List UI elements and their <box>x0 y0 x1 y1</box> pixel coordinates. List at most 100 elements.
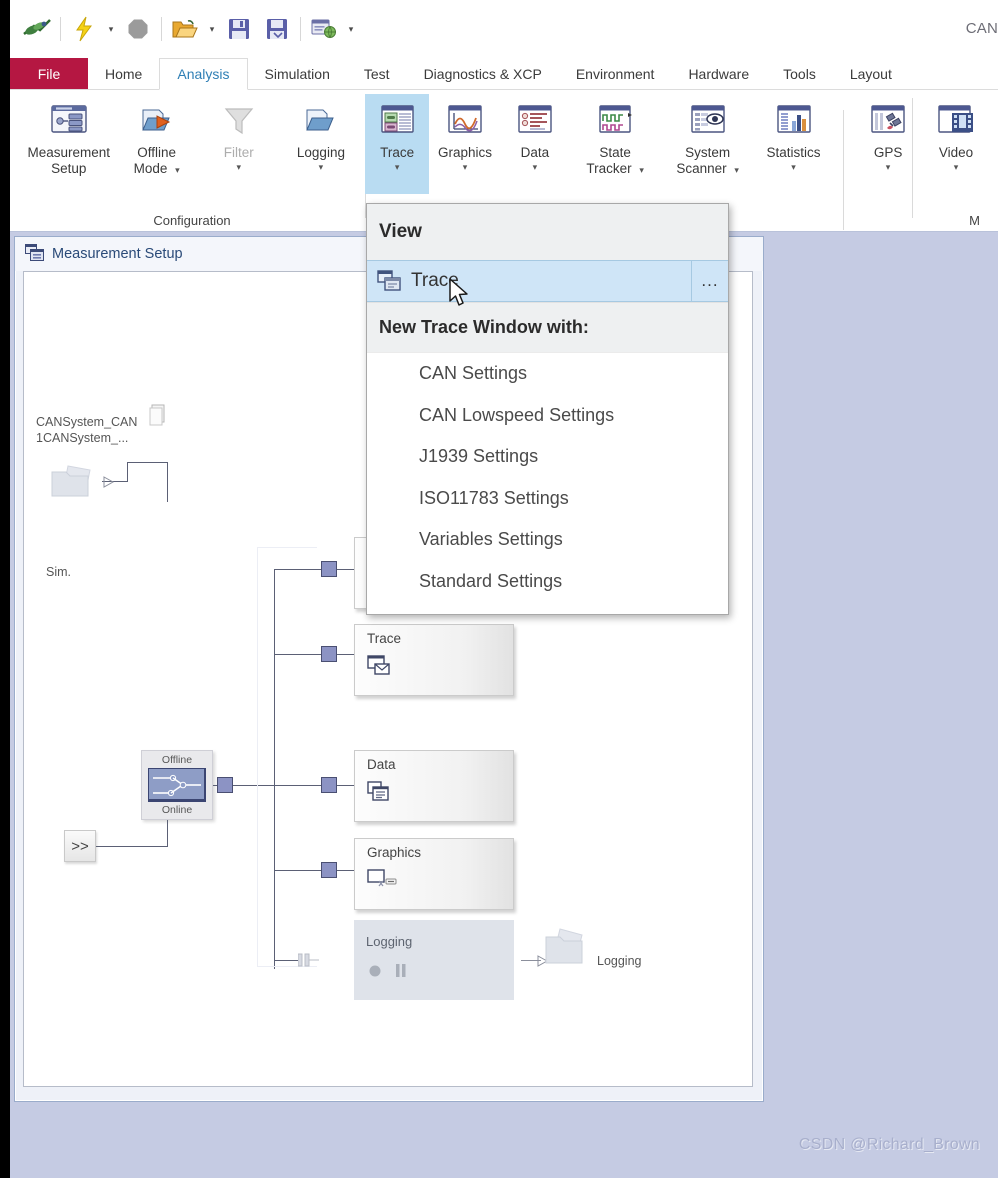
trace-dropdown-menu: View Trace ... New Trace Window with: CA… <box>366 203 729 615</box>
diagram-node-trace[interactable] <box>321 646 337 662</box>
qat-overflow-caret[interactable]: ▾ <box>343 9 359 49</box>
ribbon-button-label: Video <box>938 145 974 160</box>
ribbon-button-label: Graphics <box>438 145 493 160</box>
ribbon-button-offline-mode[interactable]: Offline Mode ▾ <box>116 94 198 194</box>
chevron-down-icon[interactable]: ▾ <box>734 165 739 175</box>
diagram-node-data[interactable] <box>321 777 337 793</box>
measurement-setup-title: Measurement Setup <box>52 246 183 262</box>
ribbon-button-graphics[interactable]: Graphics ▾ <box>429 94 501 194</box>
open-dropdown-caret[interactable]: ▾ <box>204 9 220 49</box>
menu-item-can-lowspeed-settings[interactable]: CAN Lowspeed Settings <box>367 395 728 437</box>
menu-item-standard-settings[interactable]: Standard Settings <box>367 561 728 603</box>
diagram-block-trace[interactable]: Trace <box>354 624 514 696</box>
save-as-icon[interactable] <box>258 9 296 49</box>
ribbon-button-label: Measurement Setup <box>27 145 111 176</box>
diagram-block-data[interactable]: Data <box>354 750 514 822</box>
measurement-setup-icon-small <box>25 243 44 265</box>
record-stop-icon[interactable] <box>119 9 157 49</box>
menu-settings-list: CAN Settings CAN Lowspeed Settings J1939… <box>367 352 728 602</box>
quick-access-toolbar: ▾ ▾ ▾ CAN <box>10 0 998 58</box>
tab-home[interactable]: Home <box>88 58 159 89</box>
ribbon-button-label: State Tracker ▾ <box>586 145 644 176</box>
chevron-down-icon[interactable]: ▾ <box>463 162 468 172</box>
ribbon-button-label: Statistics <box>766 145 821 160</box>
lightning-icon[interactable] <box>65 9 103 49</box>
tab-test[interactable]: Test <box>347 58 407 89</box>
source-database-label: CANSystem_CAN 1CANSystem_... <box>36 415 138 445</box>
block-label: Data <box>367 757 396 772</box>
chevron-down-icon[interactable]: ▾ <box>319 162 324 172</box>
logging-file-icon <box>544 927 596 974</box>
ribbon-button-video[interactable]: Video ▾ <box>922 94 990 194</box>
qat-separator <box>60 17 61 41</box>
menu-item-iso11783-settings[interactable]: ISO11783 Settings <box>367 478 728 520</box>
sim-expand-button[interactable]: >> <box>64 830 96 862</box>
data-block-icon <box>367 781 393 808</box>
tab-diagnostics-xcp[interactable]: Diagnostics & XCP <box>407 58 559 89</box>
app-logo-icon[interactable] <box>18 9 56 49</box>
application-window: ▾ ▾ ▾ CAN File Home Analysis Simulation … <box>0 0 998 1178</box>
publish-icon[interactable] <box>305 9 343 49</box>
connector-branch-4b <box>337 870 355 871</box>
ribbon-button-logging[interactable]: Logging ▾ <box>280 94 362 194</box>
window-left-edge <box>0 0 10 1178</box>
tab-simulation[interactable]: Simulation <box>248 58 347 89</box>
menu-item-trace[interactable]: Trace ... <box>367 260 728 302</box>
connector-folder-vert <box>127 462 128 482</box>
offline-mode-icon <box>137 102 177 140</box>
ribbon-group-divider-2 <box>912 98 913 218</box>
chevron-down-icon[interactable]: ▾ <box>175 165 180 175</box>
lightning-dropdown-caret[interactable]: ▾ <box>103 9 119 49</box>
ribbon-button-label: Filter <box>223 145 254 160</box>
ribbon-button-label: Trace <box>380 145 415 160</box>
ribbon-tab-bar: File Home Analysis Simulation Test Diagn… <box>10 58 998 90</box>
ribbon-button-label: Offline Mode ▾ <box>133 145 180 176</box>
open-folder-icon[interactable] <box>166 9 204 49</box>
chevron-down-icon[interactable]: ▾ <box>395 162 400 172</box>
save-icon[interactable] <box>220 9 258 49</box>
chevron-down-icon[interactable]: ▾ <box>639 165 644 175</box>
video-icon <box>936 102 976 140</box>
arrow-head-icon <box>102 475 116 493</box>
tab-hardware[interactable]: Hardware <box>671 58 766 89</box>
logging-pause-icon[interactable] <box>394 963 408 983</box>
logging-record-icon[interactable] <box>368 964 382 983</box>
ribbon-button-system-scanner[interactable]: System Scanner ▾ <box>661 94 754 194</box>
diagram-node-statistics[interactable] <box>321 561 337 577</box>
online-offline-switch[interactable]: Offline Online <box>141 750 213 820</box>
chevron-down-icon[interactable]: ▾ <box>237 162 242 172</box>
ribbon-group-label: M <box>969 213 980 228</box>
tab-layout[interactable]: Layout <box>833 58 909 89</box>
block-label: Graphics <box>367 845 422 860</box>
chevron-down-icon[interactable]: ▾ <box>533 162 538 172</box>
tab-environment[interactable]: Environment <box>559 58 672 89</box>
diagram-node-switch[interactable] <box>217 777 233 793</box>
menu-item-can-settings[interactable]: CAN Settings <box>367 353 728 395</box>
tab-analysis[interactable]: Analysis <box>159 58 248 90</box>
ribbon-button-measurement-setup[interactable]: Measurement Setup <box>22 94 116 194</box>
ribbon-button-data[interactable]: Data ▾ <box>501 94 569 194</box>
ribbon-button-statistics[interactable]: Statistics ▾ <box>754 94 833 194</box>
diagram-block-logging[interactable]: Logging <box>354 920 514 1000</box>
measurement-setup-icon <box>49 102 89 140</box>
diagram-node-graphics[interactable] <box>321 862 337 878</box>
menu-item-j1939-settings[interactable]: J1939 Settings <box>367 436 728 478</box>
chevron-down-icon[interactable]: ▾ <box>954 162 959 172</box>
ribbon-button-label: Data <box>520 145 550 160</box>
chevron-down-icon[interactable]: ▾ <box>886 162 891 172</box>
connector-branch-3 <box>274 785 322 786</box>
connector-logging <box>274 960 300 961</box>
menu-item-trace-options-button[interactable]: ... <box>691 261 728 301</box>
tab-file[interactable]: File <box>10 58 88 89</box>
ribbon-button-filter[interactable]: Filter ▾ <box>198 94 280 194</box>
tab-tools[interactable]: Tools <box>766 58 833 89</box>
switch-online-label: Online <box>161 804 193 816</box>
chevron-down-icon[interactable]: ▾ <box>791 162 796 172</box>
window-title: CAN <box>965 20 998 37</box>
data-icon <box>515 102 555 140</box>
ribbon-button-trace[interactable]: Trace ▾ <box>365 94 430 194</box>
menu-item-variables-settings[interactable]: Variables Settings <box>367 519 728 561</box>
connector-branch-1b <box>337 569 355 570</box>
ribbon-button-state-tracker[interactable]: State Tracker ▾ <box>569 94 662 194</box>
diagram-block-graphics[interactable]: Graphics <box>354 838 514 910</box>
